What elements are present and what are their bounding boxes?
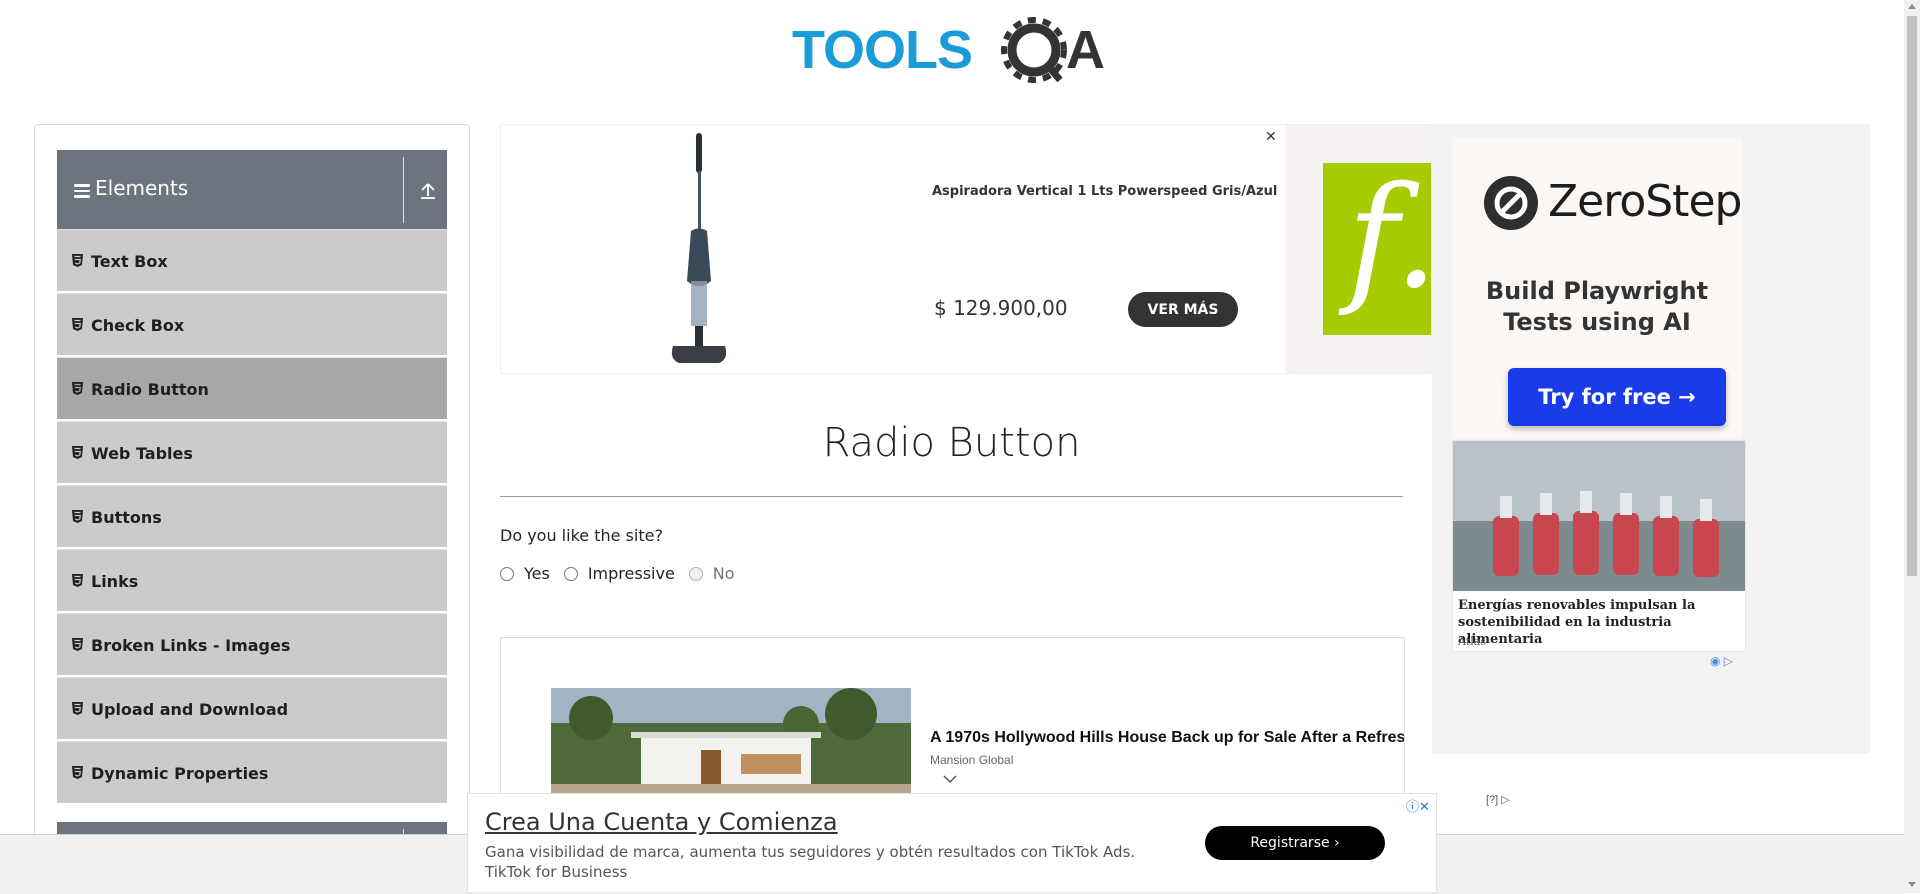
vacuum-product-image[interactable] bbox=[661, 131, 741, 369]
house-article-title[interactable]: A 1970s Hollywood Hills House Back up fo… bbox=[930, 729, 1404, 747]
menu-item-broken-links[interactable]: Broken Links - Images bbox=[57, 613, 447, 675]
top-ad-banner[interactable]: Aspiradora Vertical 1 Lts Powerspeed Gri… bbox=[500, 124, 1438, 374]
menu-item-radio-button[interactable]: Radio Button bbox=[57, 357, 447, 419]
html5-icon bbox=[72, 702, 83, 715]
house-image[interactable] bbox=[551, 688, 911, 798]
menu-item-label: Broken Links - Images bbox=[91, 636, 291, 655]
elements-group-header[interactable]: Elements bbox=[57, 150, 447, 229]
zerostep-logo-icon bbox=[1484, 176, 1538, 230]
collapse-up-icon[interactable] bbox=[419, 180, 437, 200]
menu-item-upload-download[interactable]: Upload and Download bbox=[57, 677, 447, 739]
headline-line-2: Tests using AI bbox=[1503, 308, 1691, 336]
scrollbar-thumb[interactable] bbox=[1907, 16, 1917, 576]
bottles-image bbox=[1453, 441, 1745, 591]
radio-circle[interactable] bbox=[563, 566, 578, 581]
logo-a-text: A bbox=[1066, 20, 1105, 80]
product-price: $ 129.900,00 bbox=[934, 296, 1068, 320]
html5-icon bbox=[72, 318, 83, 331]
news-title[interactable]: Energías renovables impulsan la sostenib… bbox=[1458, 597, 1743, 648]
right-side-ad[interactable]: ZeroStep Build Playwright Tests using AI… bbox=[1432, 124, 1870, 754]
scroll-down-icon[interactable] bbox=[1908, 882, 1916, 887]
menu-item-label: Check Box bbox=[91, 316, 185, 335]
ver-mas-button[interactable]: VER MÁS bbox=[1128, 292, 1238, 327]
ad-info-close-icon[interactable]: ⓘ✕ bbox=[1406, 796, 1430, 815]
falabella-logo[interactable]: f. bbox=[1323, 163, 1438, 335]
radio-label: No bbox=[712, 564, 735, 583]
html5-icon bbox=[72, 382, 83, 395]
radio-label[interactable]: Impressive bbox=[588, 564, 675, 583]
menu-item-label: Web Tables bbox=[91, 444, 193, 463]
question-label: Do you like the site? bbox=[500, 526, 663, 545]
adchoices-icon[interactable]: ◉ ▷ bbox=[1710, 654, 1733, 668]
sticky-ad-title[interactable]: Crea Una Cuenta y Comienza bbox=[485, 808, 838, 836]
scroll-up-icon[interactable] bbox=[1908, 4, 1916, 9]
ad-close-icon[interactable]: ✕ bbox=[1265, 128, 1277, 145]
registrarse-label: Registrarse bbox=[1250, 835, 1330, 851]
menu-item-dynamic-properties[interactable]: Dynamic Properties bbox=[57, 741, 447, 803]
title-divider bbox=[500, 496, 1403, 497]
radio-yes[interactable]: Yes bbox=[500, 564, 550, 583]
toolsqa-logo[interactable]: TOOLS A bbox=[790, 14, 1120, 90]
house-article-source: Mansion Global bbox=[930, 753, 1014, 767]
brand-glyph: f. bbox=[1347, 157, 1439, 320]
menu-item-label: Links bbox=[91, 572, 139, 591]
product-name[interactable]: Aspiradora Vertical 1 Lts Powerspeed Gri… bbox=[932, 184, 1277, 199]
page-title: Radio Button bbox=[822, 420, 1081, 466]
elements-menu: Text Box Check Box Radio Button Web Tabl… bbox=[57, 229, 447, 805]
news-source: Atlas bbox=[1458, 635, 1486, 648]
tiktok-sticky-ad[interactable]: Crea Una Cuenta y Comienza Gana visibili… bbox=[467, 793, 1437, 893]
menu-item-label: Dynamic Properties bbox=[91, 764, 269, 783]
menu-item-buttons[interactable]: Buttons bbox=[57, 485, 447, 547]
sidebar: Elements Text Box Check Box Radio Button… bbox=[34, 124, 470, 894]
hamburger-icon bbox=[74, 184, 90, 198]
menu-item-links[interactable]: Links bbox=[57, 549, 447, 611]
sticky-ad-description: Gana visibilidad de marca, aumenta tus s… bbox=[485, 843, 1136, 881]
zerostep-brand: ZeroStep bbox=[1548, 176, 1742, 227]
html5-icon bbox=[72, 254, 83, 267]
html5-icon bbox=[72, 574, 83, 587]
page-scrollbar[interactable] bbox=[1904, 0, 1920, 893]
menu-item-label: Upload and Download bbox=[91, 700, 289, 719]
headline-line-1: Build Playwright bbox=[1485, 277, 1709, 305]
brand-panel: f. bbox=[1285, 125, 1438, 373]
adchoice-label[interactable]: [?] bbox=[1486, 794, 1498, 806]
menu-item-text-box[interactable]: Text Box bbox=[57, 229, 447, 291]
menu-item-label: Radio Button bbox=[91, 380, 209, 399]
chevron-down-icon[interactable] bbox=[943, 774, 957, 784]
registrarse-button[interactable]: Registrarse › bbox=[1205, 826, 1385, 860]
menu-item-label: Buttons bbox=[91, 508, 162, 527]
html5-icon bbox=[72, 638, 83, 651]
radio-group: Yes Impressive No bbox=[500, 564, 749, 583]
radio-label[interactable]: Yes bbox=[524, 564, 550, 583]
header-divider bbox=[403, 157, 404, 223]
menu-item-check-box[interactable]: Check Box bbox=[57, 293, 447, 355]
radio-no: No bbox=[688, 564, 735, 583]
logo-tools-text: TOOLS bbox=[792, 20, 972, 80]
try-for-free-button[interactable]: Try for free → bbox=[1508, 368, 1726, 426]
ad-headline: Build Playwright Tests using AI bbox=[1452, 276, 1742, 338]
radio-impressive[interactable]: Impressive bbox=[563, 564, 675, 583]
news-ad-card[interactable]: Energías renovables impulsan la sostenib… bbox=[1452, 440, 1746, 652]
html5-icon bbox=[72, 446, 83, 459]
adchoice-link[interactable]: [?] ▷ bbox=[1486, 793, 1510, 806]
html5-icon bbox=[72, 510, 83, 523]
gear-icon bbox=[1001, 17, 1067, 83]
radio-circle[interactable] bbox=[500, 566, 514, 581]
menu-item-label: Text Box bbox=[91, 252, 168, 271]
radio-circle bbox=[688, 566, 703, 581]
html5-icon bbox=[72, 766, 83, 779]
menu-item-web-tables[interactable]: Web Tables bbox=[57, 421, 447, 483]
zerostep-ad-card[interactable]: ZeroStep Build Playwright Tests using AI… bbox=[1452, 138, 1742, 438]
group-title: Elements bbox=[95, 176, 189, 200]
